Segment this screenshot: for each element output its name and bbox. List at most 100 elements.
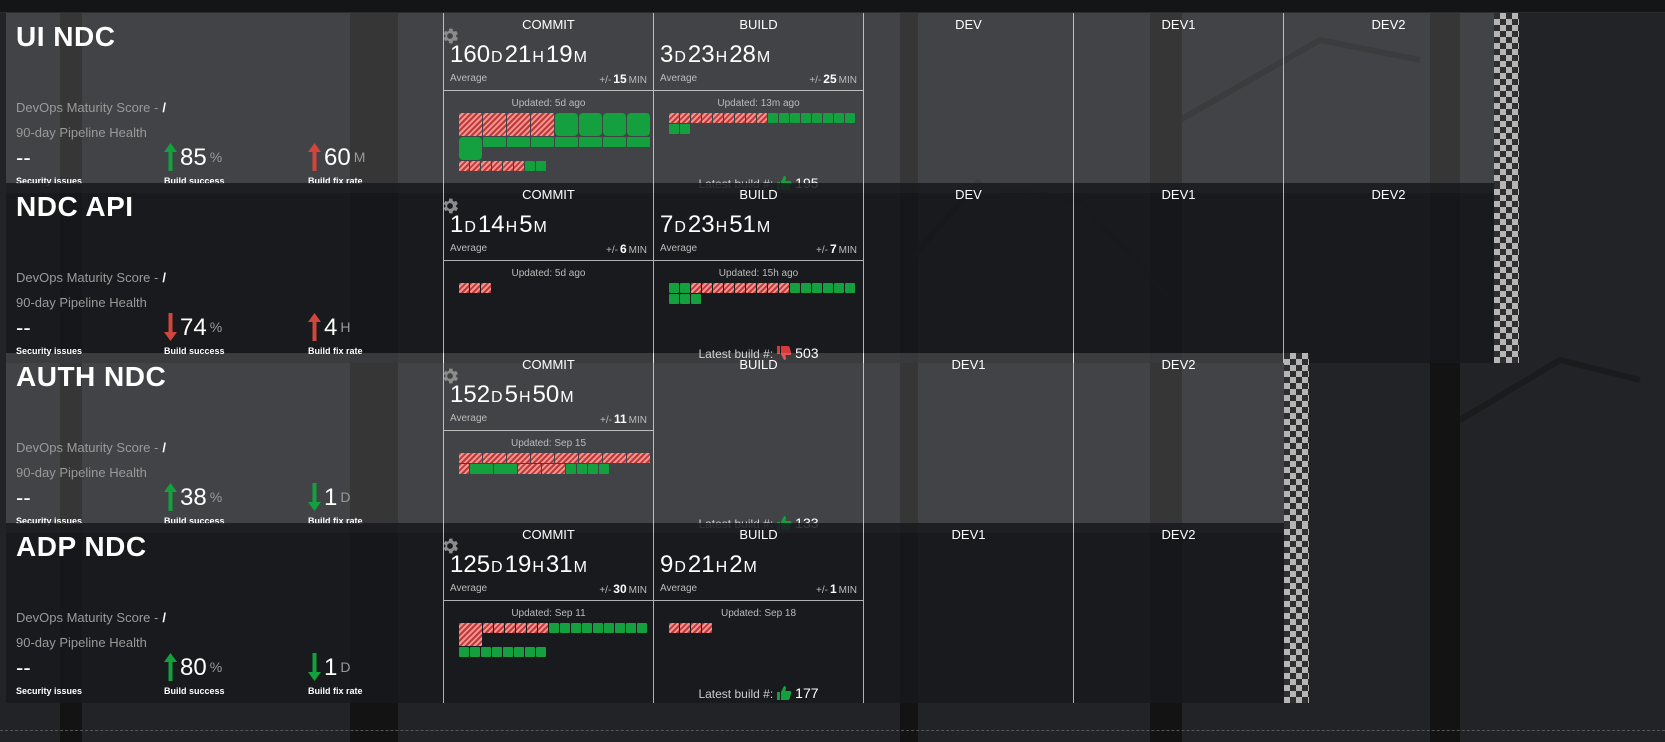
build-success-block[interactable] [459, 647, 469, 657]
build-failure-block[interactable] [459, 113, 482, 136]
build-success-block[interactable] [812, 113, 822, 123]
build-success-block[interactable] [536, 161, 546, 171]
build-failure-block[interactable] [503, 161, 513, 171]
commit-stage[interactable]: COMMIT 125D19H31M Average +/- 30 MIN Updated: … [443, 523, 653, 703]
build-failure-block[interactable] [724, 283, 734, 293]
build-failure-block[interactable] [507, 453, 530, 463]
build-failure-block[interactable] [459, 161, 469, 171]
build-failure-block[interactable] [514, 161, 524, 171]
build-success-block[interactable] [492, 647, 502, 657]
build-failure-block[interactable] [702, 623, 712, 633]
build-failure-block[interactable] [757, 113, 767, 123]
build-failure-block[interactable] [746, 113, 756, 123]
build-failure-block[interactable] [494, 623, 504, 633]
build-success-block[interactable] [514, 647, 524, 657]
build-success-block[interactable] [525, 647, 535, 657]
build-failure-block[interactable] [531, 113, 554, 136]
build-success-block[interactable] [801, 113, 811, 123]
build-failure-block[interactable] [483, 453, 506, 463]
build-success-block[interactable] [801, 283, 811, 293]
build-failure-block[interactable] [579, 453, 602, 463]
latest-build[interactable]: Latest build #: 177 [654, 685, 863, 701]
build-success-block[interactable] [481, 647, 491, 657]
build-failure-block[interactable] [470, 283, 480, 293]
build-failure-block[interactable] [713, 113, 723, 123]
build-stage[interactable]: BUILD 7D23H51M Average +/- 7 MIN Updated: 15h … [653, 183, 863, 363]
env-stage-dev1[interactable]: DEV1 [1073, 183, 1283, 363]
build-failure-block[interactable] [518, 464, 541, 474]
commit-stage[interactable]: COMMIT 1D14H5M Average +/- 6 MIN Updated: 5d a… [443, 183, 653, 363]
build-success-block[interactable] [604, 623, 614, 633]
build-success-block[interactable] [560, 623, 570, 633]
build-failure-block[interactable] [483, 113, 506, 136]
build-success-block[interactable] [779, 113, 789, 123]
build-failure-block[interactable] [459, 623, 482, 646]
env-stage-dev2[interactable]: DEV2 [1283, 183, 1493, 363]
build-failure-block[interactable] [702, 113, 712, 123]
build-success-block[interactable] [470, 464, 493, 474]
build-failure-block[interactable] [470, 161, 480, 171]
build-failure-block[interactable] [691, 283, 701, 293]
build-failure-block[interactable] [768, 283, 778, 293]
team-name[interactable]: AUTH NDC [16, 361, 166, 393]
build-failure-block[interactable] [779, 283, 789, 293]
env-stage-dev1[interactable]: DEV1 [863, 353, 1073, 533]
build-success-block[interactable] [680, 283, 690, 293]
build-failure-block[interactable] [724, 113, 734, 123]
build-failure-block[interactable] [507, 113, 530, 136]
build-failure-block[interactable] [481, 161, 491, 171]
build-failure-block[interactable] [531, 453, 554, 463]
build-success-block[interactable] [555, 137, 578, 147]
build-success-block[interactable] [555, 113, 578, 136]
build-success-block[interactable] [531, 137, 554, 147]
team-name[interactable]: ADP NDC [16, 531, 147, 563]
build-success-block[interactable] [579, 113, 602, 136]
build-success-block[interactable] [483, 137, 506, 147]
build-failure-block[interactable] [459, 283, 469, 293]
commit-stage[interactable]: COMMIT 152D5H50M Average +/- 11 MIN Updated: S… [443, 353, 653, 533]
team-name[interactable]: UI NDC [16, 21, 115, 53]
build-success-block[interactable] [669, 283, 679, 293]
build-success-block[interactable] [626, 623, 636, 633]
build-failure-block[interactable] [483, 623, 493, 633]
build-success-block[interactable] [503, 647, 513, 657]
build-success-block[interactable] [494, 464, 517, 474]
env-stage-dev2[interactable]: DEV2 [1073, 353, 1283, 533]
build-failure-block[interactable] [492, 161, 502, 171]
build-success-block[interactable] [790, 283, 800, 293]
build-success-block[interactable] [579, 137, 602, 147]
env-stage-dev[interactable]: DEV [863, 13, 1073, 193]
commit-stage[interactable]: COMMIT 160D21H19M Average +/- 15 MIN Updated: … [443, 13, 653, 193]
build-failure-block[interactable] [555, 453, 578, 463]
build-success-block[interactable] [549, 623, 559, 633]
build-success-block[interactable] [525, 161, 535, 171]
build-failure-block[interactable] [527, 623, 537, 633]
build-failure-block[interactable] [669, 623, 679, 633]
build-success-block[interactable] [823, 113, 833, 123]
build-failure-block[interactable] [702, 283, 712, 293]
env-stage-dev[interactable]: DEV [863, 183, 1073, 363]
build-failure-block[interactable] [459, 464, 469, 474]
build-failure-block[interactable] [459, 453, 482, 463]
build-failure-block[interactable] [505, 623, 515, 633]
env-stage-dev1[interactable]: DEV1 [1073, 13, 1283, 193]
build-failure-block[interactable] [691, 113, 701, 123]
build-stage[interactable]: BUILD 9D21H2M Average +/- 1 MIN Updated: Sep 1… [653, 523, 863, 703]
build-success-block[interactable] [588, 464, 598, 474]
build-success-block[interactable] [627, 137, 650, 147]
build-success-block[interactable] [615, 623, 625, 633]
build-success-block[interactable] [669, 294, 679, 304]
build-success-block[interactable] [691, 294, 701, 304]
build-failure-block[interactable] [481, 283, 491, 293]
build-success-block[interactable] [566, 464, 576, 474]
build-failure-block[interactable] [735, 283, 745, 293]
env-stage-dev1[interactable]: DEV1 [863, 523, 1073, 703]
build-success-block[interactable] [627, 113, 650, 136]
build-success-block[interactable] [680, 124, 690, 134]
build-success-block[interactable] [571, 623, 581, 633]
build-failure-block[interactable] [735, 113, 745, 123]
build-stage[interactable]: BUILD 3D23H28M Average +/- 25 MIN Updated: 13m… [653, 13, 863, 193]
build-failure-block[interactable] [603, 453, 626, 463]
build-success-block[interactable] [680, 294, 690, 304]
build-failure-block[interactable] [538, 623, 548, 633]
